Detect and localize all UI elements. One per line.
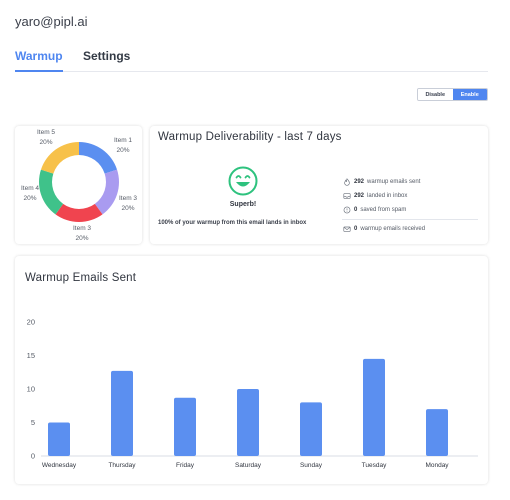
donut-slice-3 bbox=[55, 203, 103, 222]
deliverability-card: Warmup Deliverability - last 7 days Supe… bbox=[150, 126, 488, 244]
donut-label-item-5: Item 5 20% bbox=[36, 129, 56, 146]
inbox-message: 100% of your warmup from this email land… bbox=[158, 220, 307, 226]
tab-bar: Warmup Settings bbox=[15, 48, 488, 72]
bar-thursday bbox=[111, 370, 133, 456]
deliverability-title: Warmup Deliverability - last 7 days bbox=[158, 131, 342, 143]
distribution-card: Item 5 20% Item 1 20% Item 4 20% Item 3 20% … bbox=[15, 126, 142, 244]
x-tick-label: Tuesday bbox=[362, 462, 387, 469]
y-tick-label: 20 bbox=[27, 318, 35, 327]
donut-slice-4 bbox=[39, 169, 64, 215]
inbox-icon bbox=[343, 193, 351, 199]
stat-saved-spam: 0 saved from spam bbox=[343, 206, 406, 214]
emails-sent-card: Warmup Emails Sent 0 5 10 15 20 Wednesday Thur… bbox=[15, 256, 488, 484]
tab-settings[interactable]: Settings bbox=[83, 48, 130, 72]
stat-landed-inbox: 292 landed in inbox bbox=[343, 192, 407, 200]
envelope-icon bbox=[343, 226, 351, 232]
stats-divider bbox=[342, 219, 478, 220]
stat-emails-sent: 292 warmup emails sent bbox=[343, 178, 420, 186]
bar-saturday bbox=[237, 389, 259, 456]
donut-label-item-3-right: Item 3 20% bbox=[118, 195, 138, 212]
stat-emails-received: 0 warmup emails received bbox=[343, 225, 425, 233]
x-tick-label: Friday bbox=[176, 462, 195, 469]
emails-sent-bar-chart: 0 5 10 15 20 Wednesday Thursday Friday Saturday S… bbox=[27, 318, 478, 469]
bar-monday bbox=[426, 409, 448, 456]
y-tick-label: 15 bbox=[27, 351, 35, 360]
disable-button[interactable]: Disable bbox=[418, 89, 453, 100]
donut-label-item-1: Item 1 20% bbox=[113, 137, 133, 154]
x-tick-label: Thursday bbox=[108, 462, 136, 469]
y-tick-label: 10 bbox=[27, 385, 35, 394]
y-tick-label: 5 bbox=[31, 418, 35, 427]
donut-label-item-3-bottom: Item 3 20% bbox=[72, 225, 92, 242]
account-email: yaro@pipl.ai bbox=[15, 14, 88, 29]
x-tick-label: Saturday bbox=[235, 462, 262, 469]
donut-label-item-4: Item 4 20% bbox=[20, 185, 40, 202]
bar-wednesday bbox=[48, 422, 70, 456]
x-tick-label: Monday bbox=[425, 462, 449, 469]
bar-sunday bbox=[300, 402, 322, 456]
deliverability-status: Superb! bbox=[229, 201, 257, 208]
x-tick-label: Sunday bbox=[300, 462, 323, 469]
shield-icon bbox=[343, 206, 351, 214]
tab-warmup[interactable]: Warmup bbox=[15, 48, 63, 72]
bar-tuesday bbox=[363, 358, 385, 456]
donut-slice-2 bbox=[94, 169, 119, 215]
bar-friday bbox=[174, 397, 196, 456]
x-tick-label: Wednesday bbox=[42, 462, 77, 469]
fire-icon bbox=[344, 178, 350, 186]
warmup-toggle: Disable Enable bbox=[417, 88, 488, 101]
y-tick-label: 0 bbox=[31, 452, 35, 461]
enable-button[interactable]: Enable bbox=[452, 89, 487, 100]
smile-icon bbox=[228, 166, 258, 196]
